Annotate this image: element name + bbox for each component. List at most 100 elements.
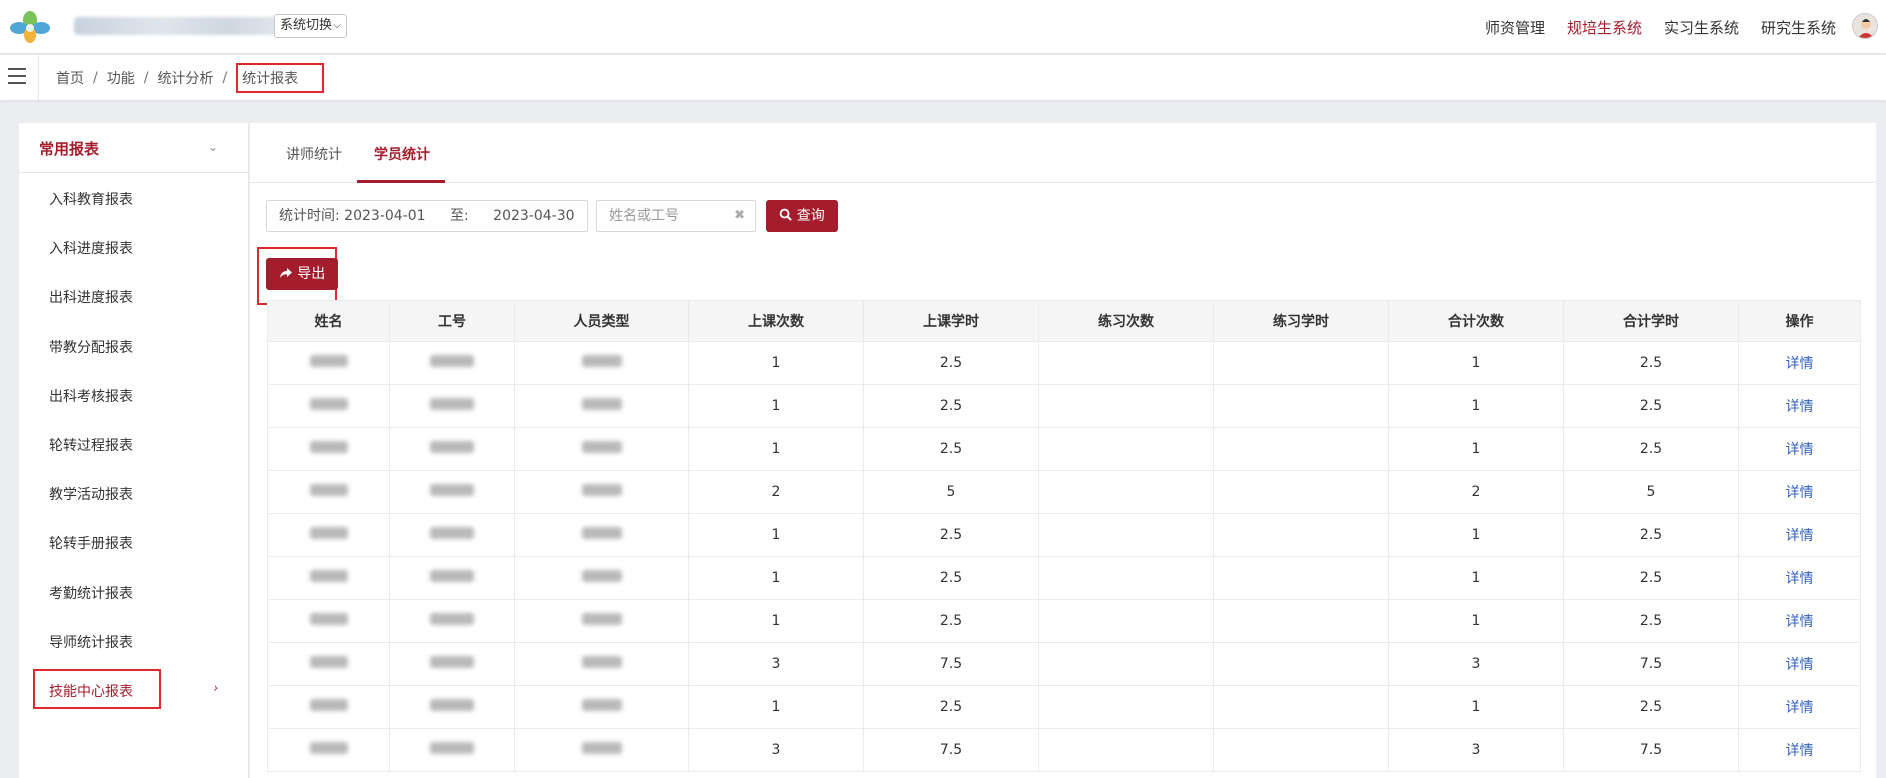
breadcrumb-function[interactable]: 功能 bbox=[107, 68, 135, 88]
cell-value: 7.5 bbox=[1639, 656, 1663, 672]
search-input[interactable]: 姓名或工号 ✖ bbox=[596, 200, 756, 232]
sidebar-item-exit-exam[interactable]: 出科考核报表 bbox=[19, 370, 248, 419]
redacted-text bbox=[430, 699, 474, 711]
nav-item-teacher[interactable]: 师资管理 bbox=[1485, 17, 1545, 38]
redacted-text bbox=[430, 742, 474, 754]
detail-link[interactable]: 详情 bbox=[1738, 341, 1861, 385]
detail-link[interactable]: 详情 bbox=[1738, 556, 1861, 600]
detail-link-label[interactable]: 详情 bbox=[1786, 528, 1814, 544]
close-icon[interactable]: ✖ bbox=[734, 201, 745, 231]
sidebar-item-teaching-activity[interactable]: 教学活动报表 bbox=[19, 468, 248, 517]
cell-class-hours: 2.5 bbox=[863, 556, 1039, 600]
cell-value: 7.5 bbox=[939, 742, 963, 758]
redacted-text bbox=[309, 398, 348, 410]
detail-link-label[interactable]: 详情 bbox=[1786, 571, 1814, 587]
cell-name-redacted bbox=[267, 341, 390, 385]
col-id: 工号 bbox=[389, 300, 515, 342]
cell-class-hours: 2.5 bbox=[863, 513, 1039, 557]
cell-value: 1 bbox=[771, 699, 781, 715]
system-switch-select[interactable]: 系统切换 ⌵ bbox=[274, 14, 347, 38]
cell-value: 2.5 bbox=[939, 398, 963, 414]
detail-link-label[interactable]: 详情 bbox=[1786, 399, 1814, 415]
cell-name-redacted bbox=[267, 599, 390, 643]
nav-item-resident[interactable]: 规培生系统 bbox=[1567, 17, 1642, 38]
sidebar-item-rotation-manual[interactable]: 轮转手册报表 bbox=[19, 517, 248, 566]
detail-link-label[interactable]: 详情 bbox=[1786, 356, 1814, 372]
cell-practice-count bbox=[1038, 599, 1214, 643]
cell-id-redacted bbox=[389, 513, 515, 557]
cell-total-hours: 2.5 bbox=[1563, 384, 1739, 428]
logo-icon[interactable] bbox=[10, 8, 50, 46]
detail-link[interactable]: 详情 bbox=[1738, 470, 1861, 514]
hamburger-menu-icon[interactable] bbox=[8, 68, 26, 84]
user-avatar[interactable] bbox=[1852, 13, 1878, 39]
sidebar-item-label: 导师统计报表 bbox=[49, 634, 133, 651]
query-button[interactable]: 查询 bbox=[766, 200, 838, 232]
nav-item-graduate[interactable]: 研究生系统 bbox=[1761, 17, 1836, 38]
detail-link-label[interactable]: 详情 bbox=[1786, 700, 1814, 716]
redacted-text bbox=[430, 570, 474, 582]
sidebar-item-skill-center[interactable]: 技能中心报表 › bbox=[19, 665, 248, 714]
sidebar-item-entry-education[interactable]: 入科教育报表 bbox=[19, 173, 248, 222]
cell-value: 1 bbox=[1471, 613, 1481, 629]
cell-value: 2.5 bbox=[939, 570, 963, 586]
cell-value: 1 bbox=[771, 570, 781, 586]
export-button[interactable]: 导出 bbox=[266, 258, 338, 290]
sidebar-header[interactable]: 常用报表 ⌄ bbox=[19, 123, 248, 173]
detail-link[interactable]: 详情 bbox=[1738, 599, 1861, 643]
sidebar-item-label: 带教分配报表 bbox=[49, 339, 133, 356]
redacted-text bbox=[581, 527, 622, 539]
detail-link[interactable]: 详情 bbox=[1738, 642, 1861, 686]
end-date: 2023-04-30 bbox=[493, 208, 575, 224]
cell-class-hours: 7.5 bbox=[863, 642, 1039, 686]
redacted-text bbox=[430, 484, 474, 496]
detail-link-label[interactable]: 详情 bbox=[1786, 485, 1814, 501]
detail-link[interactable]: 详情 bbox=[1738, 685, 1861, 729]
cell-class-count: 1 bbox=[688, 341, 864, 385]
cell-class-hours: 2.5 bbox=[863, 427, 1039, 471]
cell-total-hours: 2.5 bbox=[1563, 556, 1739, 600]
cell-type-redacted bbox=[514, 341, 689, 385]
cell-class-count: 1 bbox=[688, 513, 864, 557]
redacted-text bbox=[430, 656, 474, 668]
detail-link[interactable]: 详情 bbox=[1738, 728, 1861, 772]
sidebar-item-rotation-process[interactable]: 轮转过程报表 bbox=[19, 419, 248, 468]
table-row: 3 7.5 3 7.5 详情 bbox=[267, 728, 1861, 772]
cell-class-count: 1 bbox=[688, 384, 864, 428]
top-nav: 师资管理 规培生系统 实习生系统 研究生系统 bbox=[1463, 0, 1836, 54]
breadcrumb-stats[interactable]: 统计分析 bbox=[157, 68, 213, 88]
cell-total-count: 1 bbox=[1388, 384, 1564, 428]
detail-link[interactable]: 详情 bbox=[1738, 384, 1861, 428]
cell-type-redacted bbox=[514, 728, 689, 772]
tab-lecturer-stats[interactable]: 讲师统计 bbox=[286, 144, 342, 164]
sidebar-item-exit-progress[interactable]: 出科进度报表 bbox=[19, 271, 248, 320]
table-row: 1 2.5 1 2.5 详情 bbox=[267, 685, 1861, 729]
cell-practice-count bbox=[1038, 556, 1214, 600]
sidebar-item-mentor[interactable]: 导师统计报表 bbox=[19, 616, 248, 665]
cell-practice-hours bbox=[1213, 685, 1389, 729]
sidebar-item-teaching-assignment[interactable]: 带教分配报表 bbox=[19, 321, 248, 370]
cell-value: 5 bbox=[946, 484, 956, 500]
detail-link[interactable]: 详情 bbox=[1738, 513, 1861, 557]
nav-item-intern[interactable]: 实习生系统 bbox=[1664, 17, 1739, 38]
top-header: 系统切换 ⌵ 师资管理 规培生系统 实习生系统 研究生系统 bbox=[0, 0, 1886, 54]
cell-value: 2.5 bbox=[939, 441, 963, 457]
sidebar-item-entry-progress[interactable]: 入科进度报表 bbox=[19, 222, 248, 271]
redacted-text bbox=[581, 656, 622, 668]
detail-link[interactable]: 详情 bbox=[1738, 427, 1861, 471]
detail-link-label[interactable]: 详情 bbox=[1786, 657, 1814, 673]
tab-student-stats[interactable]: 学员统计 bbox=[374, 144, 430, 164]
cell-name-redacted bbox=[267, 642, 390, 686]
detail-link-label[interactable]: 详情 bbox=[1786, 743, 1814, 759]
table-row: 3 7.5 3 7.5 详情 bbox=[267, 642, 1861, 686]
cell-practice-count bbox=[1038, 384, 1214, 428]
date-range-input[interactable]: 统计时间: 2023-04-01 至: 2023-04-30 bbox=[266, 200, 588, 232]
cell-total-count: 3 bbox=[1388, 728, 1564, 772]
cell-value: 3 bbox=[1471, 656, 1481, 672]
detail-link-label[interactable]: 详情 bbox=[1786, 442, 1814, 458]
breadcrumb-home[interactable]: 首页 bbox=[56, 68, 84, 88]
sidebar-item-attendance[interactable]: 考勤统计报表 bbox=[19, 567, 248, 616]
cell-value: 1 bbox=[1471, 398, 1481, 414]
detail-link-label[interactable]: 详情 bbox=[1786, 614, 1814, 630]
cell-value: 1 bbox=[771, 613, 781, 629]
